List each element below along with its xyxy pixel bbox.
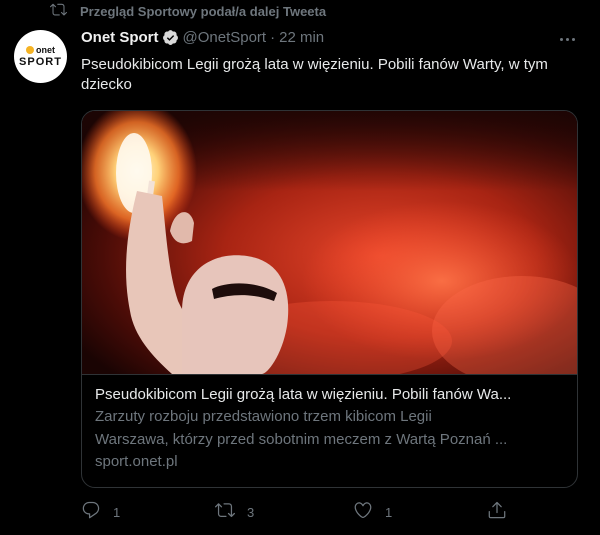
like-button[interactable]: 1	[353, 500, 392, 525]
retweet-icon	[50, 1, 67, 23]
share-button[interactable]	[487, 500, 507, 525]
tweet-timestamp[interactable]: 22 min	[279, 29, 324, 46]
author-handle[interactable]: @OnetSport	[183, 29, 267, 46]
card-description-line2: Warszawa, którzy przed sobotnim meczem z…	[95, 431, 508, 448]
card-domain: sport.onet.pl	[95, 453, 178, 470]
retweet-by-text[interactable]: Przegląd Sportowy podał/a dalej Tweeta	[80, 4, 326, 19]
tweet-header: Onet Sport @OnetSport · 22 min	[81, 29, 324, 46]
reply-button[interactable]: 1	[81, 500, 120, 525]
card-title: Pseudokibicom Legii grożą lata w więzien…	[95, 386, 512, 403]
flare-photo	[82, 111, 577, 374]
more-options-icon[interactable]	[557, 30, 577, 48]
retweet-header: Przegląd Sportowy podał/a dalej Tweeta	[50, 1, 326, 23]
author-name[interactable]: Onet Sport	[81, 29, 159, 46]
card-body[interactable]: Pseudokibicom Legii grożą lata w więzien…	[82, 374, 577, 483]
verified-badge-icon	[162, 30, 178, 45]
onet-logo: onet	[26, 45, 55, 55]
tweet-actions: 1 3 1	[81, 500, 581, 522]
separator-dot: ·	[270, 29, 276, 46]
link-card[interactable]: Pseudokibicom Legii grożą lata w więzien…	[81, 110, 578, 488]
share-icon	[487, 500, 507, 525]
like-count: 1	[385, 505, 393, 520]
card-description-line1: Zarzuty rozboju przedstawiono trzem kibi…	[95, 408, 432, 425]
retweet-count: 3	[247, 505, 255, 520]
logo-dot-icon	[26, 46, 34, 54]
reply-count: 1	[113, 505, 121, 520]
tweet-text: Pseudokibicom Legii grożą lata w więzien…	[81, 56, 548, 93]
reply-icon	[81, 500, 101, 525]
heart-icon	[353, 500, 373, 525]
sport-logo-text: SPORT	[19, 56, 62, 68]
retweet-button[interactable]: 3	[215, 500, 254, 525]
retweet-action-icon	[215, 500, 235, 525]
avatar[interactable]: onet SPORT	[14, 30, 67, 83]
card-image[interactable]	[82, 111, 577, 374]
